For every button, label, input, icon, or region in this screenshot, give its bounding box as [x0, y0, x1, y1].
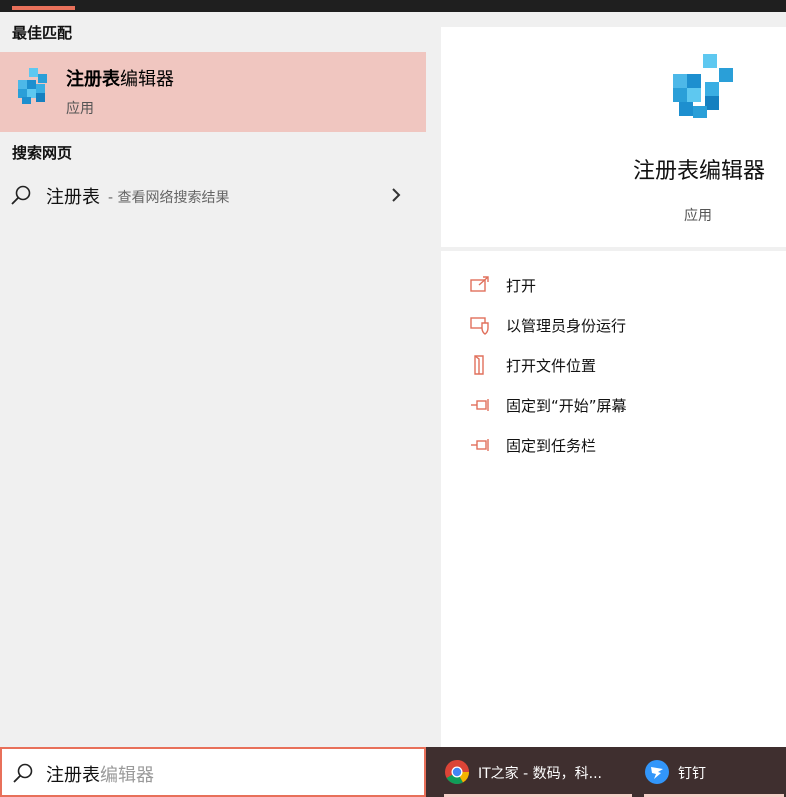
action-run-as-admin[interactable]: 以管理员身份运行 — [441, 307, 786, 343]
action-open[interactable]: 打开 — [441, 267, 786, 303]
best-match-name-rest: 编辑器 — [120, 69, 174, 90]
search-suggestion-text: 编辑器 — [100, 765, 154, 786]
pin-taskbar-icon — [471, 439, 489, 451]
best-match-name: 注册表编辑器 — [66, 65, 174, 91]
registry-editor-large-icon — [673, 54, 733, 118]
action-label: 打开文件位置 — [506, 357, 597, 375]
run-as-admin-icon — [470, 317, 489, 335]
open-icon — [470, 276, 489, 292]
top-bar — [0, 0, 786, 12]
file-location-icon — [474, 355, 484, 375]
preview-kind: 应用 — [684, 208, 712, 224]
results-pane: 最佳匹配 注册表编辑器 应用 搜索网页 注册表 - 查看网络搜索结果 — [0, 12, 426, 747]
taskbar: IT之家 - 数码，科... 钉钉 — [426, 747, 786, 797]
dingtalk-icon — [645, 760, 669, 784]
best-match-item[interactable]: 注册表编辑器 应用 — [0, 52, 426, 132]
preview-card: 注册表编辑器 应用 — [441, 27, 786, 247]
pin-start-icon — [471, 399, 489, 411]
search-box[interactable]: 注册表编辑器 — [0, 747, 426, 797]
best-match-heading: 最佳匹配 — [12, 24, 73, 42]
action-label: 固定到任务栏 — [506, 437, 597, 455]
action-label: 打开 — [506, 277, 537, 295]
action-list: 打开 以管理员身份运行 打开文件位置 固定到“开始”屏幕 固定到任务栏 — [441, 251, 786, 747]
preview-pane: 注册表编辑器 应用 打开 以管理员身份运行 打开文件位置 固定到“开始”屏幕 固… — [426, 12, 786, 747]
tab-accent — [12, 6, 75, 10]
action-pin-taskbar[interactable]: 固定到任务栏 — [441, 427, 786, 463]
chrome-icon — [445, 760, 469, 785]
action-pin-start[interactable]: 固定到“开始”屏幕 — [441, 387, 786, 423]
taskbar-item-label: 钉钉 — [678, 766, 706, 782]
best-match-name-bold: 注册表 — [66, 69, 120, 90]
registry-editor-icon — [18, 68, 47, 104]
web-search-result[interactable]: 注册表 - 查看网络搜索结果 — [0, 176, 426, 216]
search-icon — [11, 185, 31, 205]
search-typed-text: 注册表 — [46, 765, 100, 786]
taskbar-item-label: IT之家 - 数码，科... — [478, 766, 602, 782]
search-icon — [13, 763, 33, 783]
action-label: 以管理员身份运行 — [506, 317, 627, 335]
action-label: 固定到“开始”屏幕 — [506, 397, 627, 415]
chevron-right-icon[interactable] — [389, 186, 403, 204]
search-input[interactable]: 注册表编辑器 — [46, 761, 154, 787]
taskbar-item-dingtalk[interactable]: 钉钉 — [638, 747, 784, 797]
action-file-location[interactable]: 打开文件位置 — [441, 347, 786, 383]
preview-title: 注册表编辑器 — [633, 159, 766, 184]
best-match-kind: 应用 — [66, 101, 94, 117]
web-search-heading: 搜索网页 — [12, 144, 73, 162]
web-search-hint: - 查看网络搜索结果 — [108, 190, 230, 206]
web-search-query: 注册表 — [46, 187, 100, 208]
taskbar-item-chrome[interactable]: IT之家 - 数码，科... — [438, 747, 632, 797]
